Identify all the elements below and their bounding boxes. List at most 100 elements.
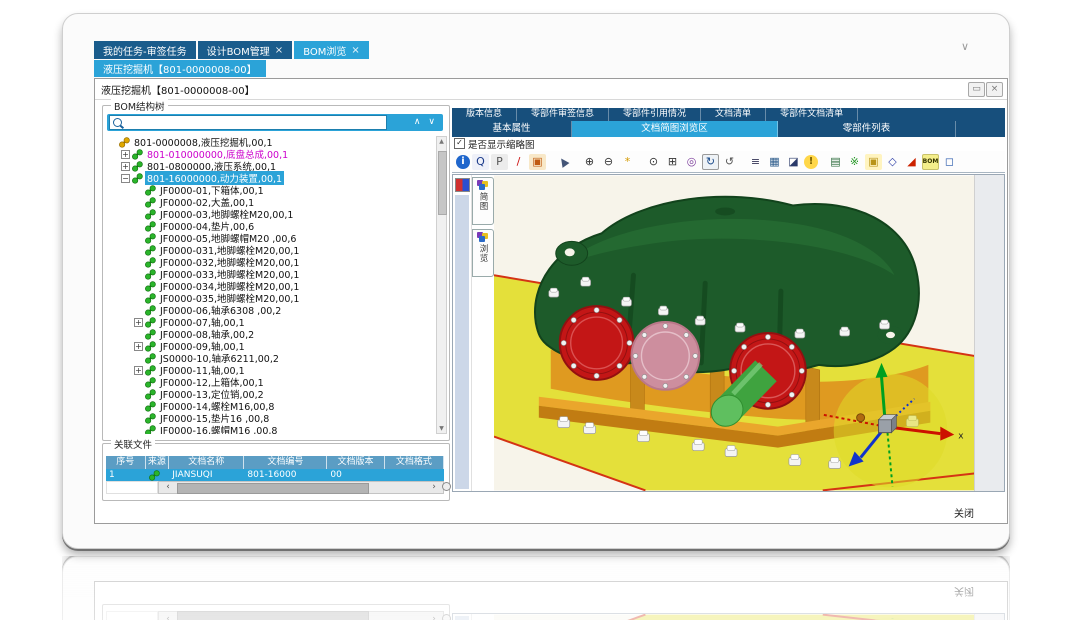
column-header[interactable]: 文档名称 xyxy=(169,456,244,469)
part-icon xyxy=(145,281,156,292)
redline-icon[interactable]: / xyxy=(510,154,527,170)
column-header[interactable]: 文档编号 xyxy=(244,456,327,469)
display-list-icon[interactable]: ≡ xyxy=(747,154,764,170)
zoom-in-icon[interactable]: ⊕ xyxy=(581,154,598,170)
expand-icon[interactable]: + xyxy=(134,318,143,327)
scroll-thumb[interactable] xyxy=(438,151,447,215)
compass-icon[interactable]: ◇ xyxy=(884,154,901,170)
viewer-toolbar: iQP/▣▲⊕⊖*⊙⊞◎↻↺≡▦◪!▤※▣◇◢BOM◻ xyxy=(452,151,1005,173)
pan-icon[interactable]: ↺ xyxy=(721,154,738,170)
hscroll-thumb[interactable] xyxy=(177,483,369,494)
tree-item-label: JF0000-16,螺帽M16 ,00,8 xyxy=(158,423,279,434)
part-icon xyxy=(145,377,156,388)
tree-item[interactable]: JF0000-12,上箱体,00,1 xyxy=(106,376,434,388)
viewport-3d[interactable]: x xyxy=(494,175,974,491)
viewer-side-tab-简图[interactable]: 简图 xyxy=(472,177,494,225)
tree-scrollbar[interactable]: ▲ ▼ xyxy=(436,136,447,434)
tree-search-box[interactable] xyxy=(109,115,387,130)
tree-item[interactable]: −801-16000000,动力装置,00,1 xyxy=(106,172,434,184)
preview-icon[interactable]: Q xyxy=(472,154,489,170)
model-cube-icon[interactable] xyxy=(455,178,470,192)
part-icon xyxy=(145,257,156,268)
close-icon[interactable]: × xyxy=(986,82,1003,97)
tab-我的任务-审签任务[interactable]: 我的任务-审签任务 xyxy=(94,41,196,59)
tab-close-icon[interactable]: × xyxy=(351,45,359,56)
screen-icon[interactable]: ◻ xyxy=(941,154,958,170)
info-icon[interactable]: i xyxy=(456,155,470,169)
table-row[interactable]: 1JIANSUQI801-1600000 xyxy=(106,469,444,481)
column-header[interactable]: 来源 xyxy=(146,456,170,469)
tree-item[interactable]: JF0000-06,轴承6308 ,00,2 xyxy=(106,304,434,316)
rotate-icon[interactable]: ◎ xyxy=(683,154,700,170)
thumbnail-option-row: ✓ 是否显示缩略图 xyxy=(452,137,1005,150)
search-next-icon[interactable]: ∨ xyxy=(428,115,435,130)
close-button[interactable]: 关闭 xyxy=(954,505,974,520)
tree-item[interactable]: +JF0000-07,轴,00,1 xyxy=(106,316,434,328)
expand-icon[interactable]: + xyxy=(134,342,143,351)
print-icon[interactable]: P xyxy=(491,154,508,170)
column-header[interactable]: 文档版本 xyxy=(327,456,384,469)
expand-icon[interactable]: + xyxy=(121,150,130,159)
tree-item[interactable]: JF0000-16,螺帽M16 ,00,8 xyxy=(106,424,434,434)
scroll-down-icon[interactable]: ▼ xyxy=(437,425,446,432)
select-cursor-icon[interactable]: ▲ xyxy=(555,154,572,170)
tab-设计BOM管理[interactable]: 设计BOM管理× xyxy=(198,41,293,59)
bom-icon[interactable]: BOM xyxy=(922,154,939,170)
flange-middle xyxy=(631,322,699,390)
related-files-table: 序号来源文档名称文档编号文档版本文档格式 1JIANSUQI801-160000… xyxy=(106,456,444,494)
part-icon xyxy=(145,425,156,435)
light-icon[interactable]: ! xyxy=(804,155,818,169)
scroll-left-icon[interactable]: ‹ xyxy=(161,482,175,493)
hscroll-track[interactable]: ‹ › xyxy=(158,481,444,494)
spin-icon[interactable]: ↻ xyxy=(702,154,719,170)
zoom-window-icon[interactable]: ⊞ xyxy=(664,154,681,170)
viewer-side-tabs: 简图浏览 xyxy=(471,175,494,491)
tab-BOM浏览[interactable]: BOM浏览× xyxy=(294,41,369,59)
search-prev-icon[interactable]: ∧ xyxy=(414,115,421,130)
part-icon xyxy=(145,401,156,412)
tree-item[interactable]: JS0000-10,轴承6211,00,2 xyxy=(106,352,434,364)
snapshot-icon[interactable]: ▣ xyxy=(865,154,882,170)
part-icon xyxy=(145,353,156,364)
detail-tab-版本信息[interactable]: 版本信息 xyxy=(452,108,517,121)
detail-tabs-row2: 基本属性文档简图浏览区零部件列表 xyxy=(452,121,1005,137)
measure-icon[interactable]: ▦ xyxy=(766,154,783,170)
tree-item[interactable]: JF0000-01,下箱体,00,1 xyxy=(106,184,434,196)
detail-tab-文档简图浏览区[interactable]: 文档简图浏览区 xyxy=(572,121,778,137)
detail-tab-文档清单[interactable]: 文档清单 xyxy=(701,108,766,121)
fit-all-icon[interactable]: * xyxy=(619,154,636,170)
expand-icon[interactable]: + xyxy=(121,162,130,171)
detail-tab-零部件审签信息[interactable]: 零部件审签信息 xyxy=(517,108,609,121)
explode-icon[interactable]: ※ xyxy=(846,154,863,170)
table-hscrollbar[interactable]: ‹ › xyxy=(106,481,444,494)
markup-icon[interactable]: ▣ xyxy=(529,154,546,170)
section-icon[interactable]: ◢ xyxy=(903,154,920,170)
tree-item[interactable]: JF0000-08,轴承,00,2 xyxy=(106,328,434,340)
restore-icon[interactable]: ▭ xyxy=(968,82,985,97)
chevron-down-icon[interactable]: ∨ xyxy=(961,40,969,53)
document-subtab[interactable]: 液压挖掘机【801-0000008-00】 xyxy=(94,60,266,77)
side-tab-label: 简图 xyxy=(477,192,489,211)
detail-tab-基本属性[interactable]: 基本属性 xyxy=(452,121,572,137)
export-icon[interactable]: ▤ xyxy=(827,154,844,170)
detail-tab-零部件文档清单[interactable]: 零部件文档清单 xyxy=(766,108,858,121)
tree-item[interactable]: +JF0000-11,轴,00,1 xyxy=(106,364,434,376)
column-header[interactable]: 序号 xyxy=(106,456,146,469)
expand-icon[interactable]: + xyxy=(134,366,143,375)
scroll-right-icon[interactable]: › xyxy=(427,482,441,493)
column-header[interactable]: 文档格式 xyxy=(385,456,444,469)
zoom-dynamic-icon[interactable]: ⊙ xyxy=(645,154,662,170)
collapse-icon[interactable]: − xyxy=(121,174,130,183)
thumbnail-checkbox[interactable]: ✓ xyxy=(454,138,465,149)
viewer-side-tab-浏览[interactable]: 浏览 xyxy=(472,229,494,277)
search-input[interactable] xyxy=(122,117,386,128)
detail-tab-零部件列表[interactable]: 零部件列表 xyxy=(778,121,956,137)
zoom-out-icon[interactable]: ⊖ xyxy=(600,154,617,170)
tree-item[interactable]: JF0000-03,地脚螺栓M20,00,1 xyxy=(106,208,434,220)
part-icon xyxy=(132,161,143,172)
tab-close-icon[interactable]: × xyxy=(275,45,283,56)
scroll-up-icon[interactable]: ▲ xyxy=(437,138,446,145)
render-mode-icon[interactable]: ◪ xyxy=(785,154,802,170)
detail-tab-零部件引用情况[interactable]: 零部件引用情况 xyxy=(609,108,701,121)
record-dot-icon xyxy=(442,482,451,491)
